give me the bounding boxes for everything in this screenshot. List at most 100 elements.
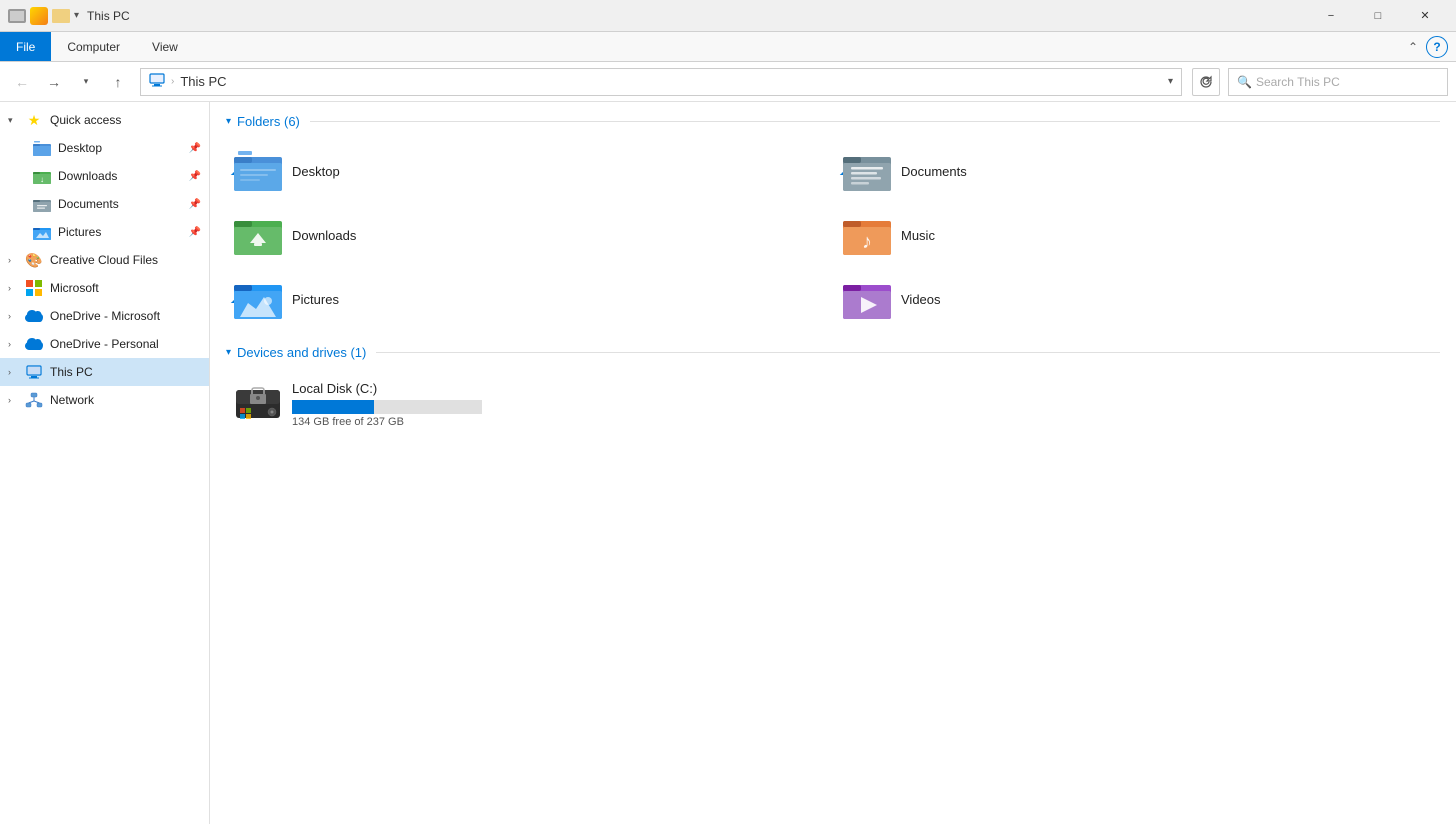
drive-c-name: Local Disk (C:): [292, 381, 1432, 396]
svg-text:↓: ↓: [40, 175, 44, 184]
sidebar-desktop-label: Desktop: [58, 141, 185, 155]
folders-divider: [310, 121, 1440, 122]
folders-section-header[interactable]: ▾ Folders (6): [226, 114, 1440, 129]
address-bar[interactable]: › This PC ▾: [140, 68, 1182, 96]
documents-folder-icon-large: [843, 147, 891, 195]
quick-access-chevron: ▾: [8, 115, 24, 126]
sidebar-network-label: Network: [50, 393, 201, 407]
sidebar-item-onedrive-personal[interactable]: › OneDrive - Personal: [0, 330, 209, 358]
ribbon-collapse-button[interactable]: ⌃: [1404, 36, 1422, 58]
quick-access-star-icon: ★: [24, 110, 44, 130]
tab-view[interactable]: View: [136, 32, 194, 61]
address-text: This PC: [180, 74, 1164, 89]
downloads-folder-icon-large: [234, 211, 282, 259]
devices-divider: [376, 352, 1440, 353]
sidebar-item-quick-access[interactable]: ▾ ★ Quick access: [0, 106, 209, 134]
sidebar: ▾ ★ Quick access Desktop 📌: [0, 102, 210, 824]
folder-item-downloads[interactable]: Downloads: [226, 205, 831, 265]
search-box[interactable]: 🔍 Search This PC: [1228, 68, 1448, 96]
drive-c-icon: [234, 380, 282, 428]
address-dropdown-button[interactable]: ▾: [1168, 76, 1173, 87]
sidebar-item-desktop[interactable]: Desktop 📌: [0, 134, 209, 162]
drive-c-progress-bar: [292, 400, 482, 414]
sidebar-item-downloads[interactable]: ↓ Downloads 📌: [0, 162, 209, 190]
documents-folder-icon: [32, 194, 52, 214]
pictures-folder-icon-large: [234, 275, 282, 323]
folders-section-label: Folders (6): [237, 114, 300, 129]
help-button[interactable]: ?: [1426, 36, 1448, 58]
search-placeholder: Search This PC: [1256, 75, 1439, 89]
network-chevron: ›: [8, 395, 24, 405]
svg-text:♪: ♪: [862, 231, 872, 253]
onedrive-personal-icon: [24, 334, 44, 354]
creative-cloud-icon: 🎨: [24, 250, 44, 270]
ribbon: File Computer View ⌃ ?: [0, 32, 1456, 62]
folder-item-desktop[interactable]: ☁ Desktop: [226, 141, 831, 201]
pictures-folder-label: Pictures: [292, 292, 339, 307]
address-arrow-icon: ›: [171, 76, 174, 87]
desktop-folder-label: Desktop: [292, 164, 340, 179]
devices-section-label: Devices and drives (1): [237, 345, 366, 360]
network-icon: [24, 390, 44, 410]
devices-section-header[interactable]: ▾ Devices and drives (1): [226, 345, 1440, 360]
sidebar-documents-label: Documents: [58, 197, 185, 211]
desktop-folder-icon: [32, 138, 52, 158]
folder-item-pictures[interactable]: ☁ Pictures: [226, 269, 831, 329]
sidebar-creative-cloud-label: Creative Cloud Files: [50, 253, 201, 267]
refresh-button[interactable]: [1192, 68, 1220, 96]
sidebar-onedrive-ms-label: OneDrive - Microsoft: [50, 309, 201, 323]
tab-computer[interactable]: Computer: [51, 32, 136, 61]
drive-c-info: Local Disk (C:) 134 GB free of 237 GB: [292, 381, 1432, 428]
sidebar-item-onedrive-ms[interactable]: › OneDrive - Microsoft: [0, 302, 209, 330]
creative-cloud-chevron: ›: [8, 255, 24, 265]
sidebar-downloads-label: Downloads: [58, 169, 185, 183]
music-folder-label: Music: [901, 228, 935, 243]
sidebar-item-creative-cloud[interactable]: › 🎨 Creative Cloud Files: [0, 246, 209, 274]
window-controls: − □ ✕: [1308, 0, 1448, 32]
content-area: ▾ Folders (6) ☁: [210, 102, 1456, 824]
pictures-folder-icon: [32, 222, 52, 242]
search-icon: 🔍: [1237, 75, 1252, 89]
folders-grid: ☁ Desktop ☁: [226, 141, 1440, 329]
folder-item-videos[interactable]: Videos: [835, 269, 1440, 329]
desktop-folder-icon-large: [234, 147, 282, 195]
sidebar-item-this-pc[interactable]: › This PC: [0, 358, 209, 386]
sidebar-item-documents[interactable]: Documents 📌: [0, 190, 209, 218]
app-icon-monitor: [8, 9, 26, 23]
forward-button[interactable]: →: [40, 68, 68, 96]
tab-file[interactable]: File: [0, 32, 51, 61]
toolbar: ← → ▾ ↑ › This PC ▾ 🔍 Search This PC: [0, 62, 1456, 102]
pictures-pin-icon: 📌: [189, 227, 201, 238]
sidebar-item-microsoft[interactable]: › Microsoft: [0, 274, 209, 302]
documents-pin-icon: 📌: [189, 199, 201, 210]
sidebar-item-network[interactable]: › Network: [0, 386, 209, 414]
drive-c-size-label: 134 GB free of 237 GB: [292, 416, 1432, 428]
drive-item-c[interactable]: Local Disk (C:) 134 GB free of 237 GB: [226, 372, 1440, 436]
title-dropdown[interactable]: ▾: [74, 10, 79, 21]
onedrive-ms-icon: [24, 306, 44, 326]
quick-access-label: Quick access: [50, 113, 201, 127]
documents-folder-label: Documents: [901, 164, 967, 179]
address-pc-icon: [149, 73, 165, 90]
sidebar-microsoft-label: Microsoft: [50, 281, 201, 295]
downloads-pin-icon: 📌: [189, 171, 201, 182]
downloads-folder-label: Downloads: [292, 228, 356, 243]
maximize-button[interactable]: □: [1355, 0, 1401, 32]
ribbon-right: ⌃ ?: [1404, 32, 1456, 61]
sidebar-this-pc-label: This PC: [50, 365, 201, 379]
folders-chevron-icon: ▾: [226, 116, 231, 127]
folder-item-documents[interactable]: ☁ Documents: [835, 141, 1440, 201]
recent-locations-button[interactable]: ▾: [72, 68, 100, 96]
sidebar-item-pictures[interactable]: Pictures 📌: [0, 218, 209, 246]
quick-access-icon: [30, 7, 48, 25]
sidebar-pictures-label: Pictures: [58, 225, 185, 239]
onedrive-ms-chevron: ›: [8, 311, 24, 321]
music-folder-icon-large: ♪: [843, 211, 891, 259]
up-button[interactable]: ↑: [104, 68, 132, 96]
back-button[interactable]: ←: [8, 68, 36, 96]
folder-item-music[interactable]: ♪ Music: [835, 205, 1440, 265]
minimize-button[interactable]: −: [1308, 0, 1354, 32]
drive-c-progress-fill: [292, 400, 374, 414]
title-bar-icons: ▾: [8, 7, 79, 25]
close-button[interactable]: ✕: [1402, 0, 1448, 32]
